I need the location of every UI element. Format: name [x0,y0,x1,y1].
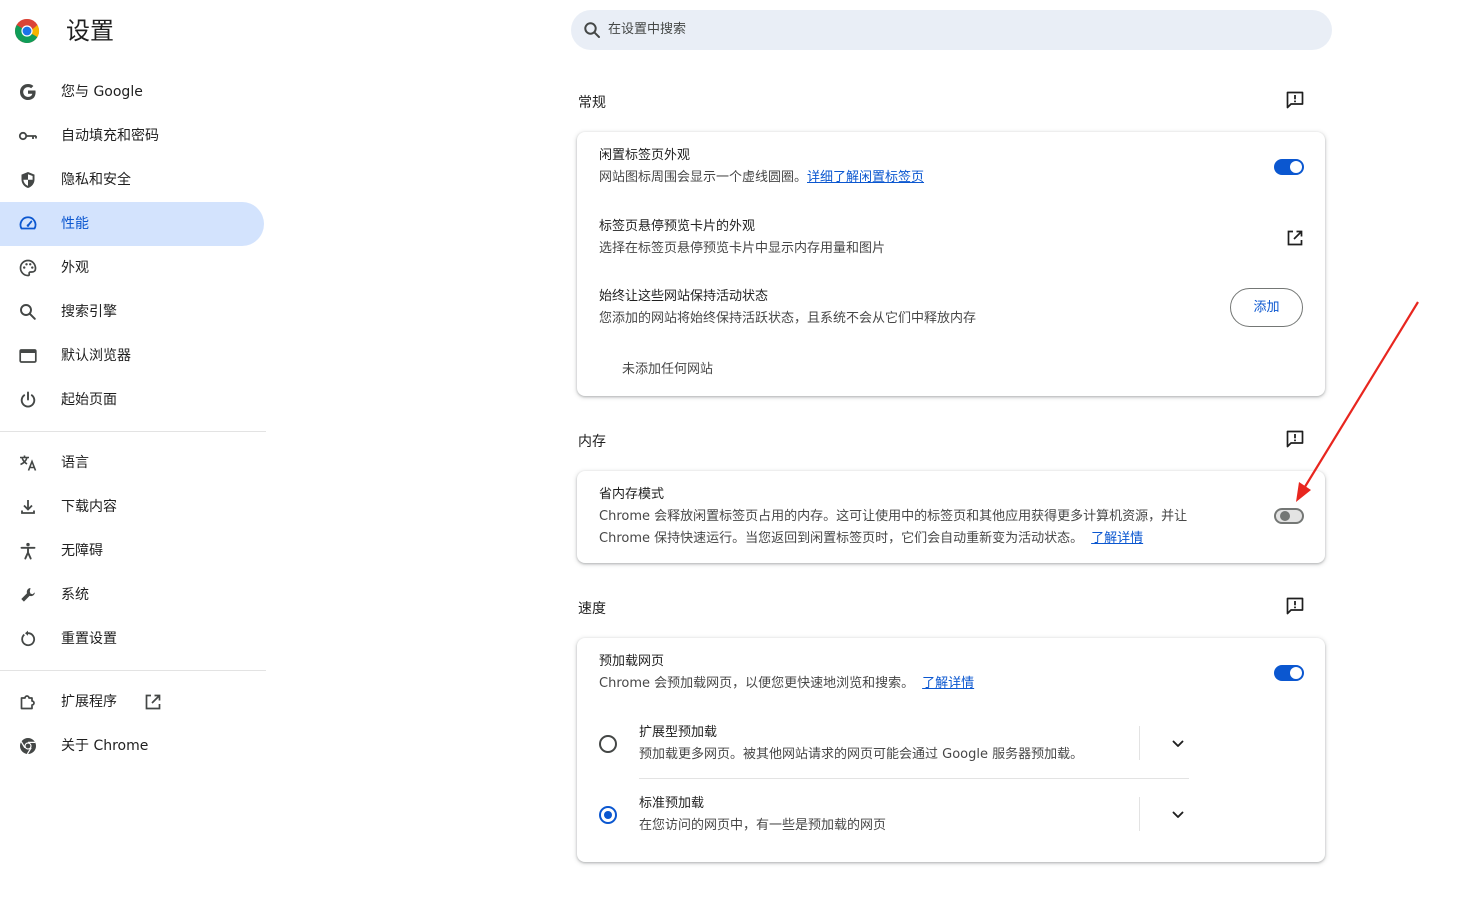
options-separator [639,778,1189,779]
accessibility-icon [18,541,38,561]
memory-saver-desc-line1: Chrome 会释放闲置标签页占用的内存。这可让使用中的标签页和其他应用获得更多… [599,509,1188,524]
sidebar-item-label: 起始页面 [61,392,117,408]
option-divider [1139,797,1140,831]
chrome-icon [18,736,38,756]
speedometer-icon [18,214,38,234]
sidebar-item-reset[interactable]: 重置设置 [0,617,266,661]
sidebar-item-performance[interactable]: 性能 [0,202,264,246]
standard-preload-title: 标准预加载 [639,796,705,811]
chevron-down-icon[interactable] [1168,734,1188,754]
sidebar-item-appearance[interactable]: 外观 [0,246,266,290]
hover-card-desc: 选择在标签页悬停预览卡片中显示内存用量和图片 [599,241,886,256]
sidebar-item-about-chrome[interactable]: 关于 Chrome [0,724,266,768]
standard-preload-radio[interactable] [598,805,618,825]
feedback-icon[interactable] [1285,596,1305,616]
puzzle-icon [18,692,38,712]
settings-search-bar[interactable]: 在设置中搜索 [571,10,1332,50]
section-title-general: 常规 [578,95,606,111]
preload-desc: Chrome 会预加载网页，以便您更快速地浏览和搜索。 了解详情 [599,676,975,691]
sidebar-item-languages[interactable]: 语言 [0,441,266,485]
search-icon [584,22,600,38]
sidebar-item-downloads[interactable]: 下载内容 [0,485,266,529]
extended-preload-title: 扩展型预加载 [639,725,718,740]
option-divider [1139,726,1140,760]
page-title: 设置 [66,17,114,45]
chrome-logo-icon [14,18,40,44]
feedback-icon[interactable] [1285,429,1305,449]
google-g-icon [18,82,38,102]
memory-saver-desc-line2: Chrome 保持快速运行。当您返回到闲置标签页时，它们会自动重新变为活动状态。… [599,531,1144,546]
keep-active-desc: 您添加的网站将始终保持活跃状态，且系统不会从它们中释放内存 [599,311,977,326]
inactive-tab-learn-more-link[interactable]: 详细了解闲置标签页 [807,170,924,185]
extended-preload-desc: 预加载更多网页。被其他网站请求的网页可能会通过 Google 服务器预加载。 [639,747,1084,762]
sidebar-item-label: 自动填充和密码 [61,128,159,144]
sidebar-item-default-browser[interactable]: 默认浏览器 [0,334,266,378]
sidebar-item-label: 搜索引擎 [61,304,117,320]
sidebar-divider [0,670,266,671]
sidebar-item-label: 无障碍 [61,543,103,559]
browser-window-icon [18,346,38,366]
sidebar-item-autofill[interactable]: 自动填充和密码 [0,114,266,158]
section-title-memory: 内存 [578,434,606,450]
inactive-tab-appearance-desc: 网站图标周围会显示一个虚线圆圈。详细了解闲置标签页 [599,170,925,185]
preload-toggle[interactable] [1274,663,1304,683]
general-settings-card: 闲置标签页外观 网站图标周围会显示一个虚线圆圈。详细了解闲置标签页 标签页悬停预… [577,132,1325,396]
sidebar-divider [0,431,266,432]
standard-preload-desc: 在您访问的网页中，有一些是预加载的网页 [639,818,887,833]
chevron-down-icon[interactable] [1168,805,1188,825]
sidebar-item-label: 性能 [61,216,89,232]
inactive-tab-appearance-title: 闲置标签页外观 [599,148,691,163]
reset-icon [18,629,38,649]
preload-learn-more-link[interactable]: 了解详情 [922,676,974,691]
inactive-tab-appearance-toggle[interactable] [1274,157,1304,177]
speed-settings-card: 预加载网页 Chrome 会预加载网页，以便您更快速地浏览和搜索。 了解详情 扩展… [577,638,1325,862]
sidebar-item-label: 默认浏览器 [61,348,131,364]
header-brand: 设置 [14,16,114,46]
open-in-new-icon[interactable] [1285,228,1305,248]
palette-icon [18,258,38,278]
sidebar-item-privacy[interactable]: 隐私和安全 [0,158,266,202]
sidebar-item-label: 关于 Chrome [61,738,149,754]
keep-active-title: 始终让这些网站保持活动状态 [599,289,769,304]
sidebar-item-search-engine[interactable]: 搜索引擎 [0,290,266,334]
open-in-new-icon [143,692,163,712]
translate-icon [18,453,38,473]
search-input[interactable]: 在设置中搜索 [608,21,686,39]
power-icon [18,390,38,410]
memory-saver-title: 省内存模式 [599,487,665,502]
sidebar-item-label: 外观 [61,260,89,276]
wrench-icon [18,585,38,605]
sidebar-item-label: 重置设置 [61,631,117,647]
sidebar-item-extensions[interactable]: 扩展程序 [0,680,266,724]
sidebar-item-label: 您与 Google [61,84,143,100]
search-icon [18,302,38,322]
add-site-button[interactable]: 添加 [1230,288,1303,327]
sidebar-item-system[interactable]: 系统 [0,573,266,617]
sidebar-item-on-startup[interactable]: 起始页面 [0,378,266,422]
sidebar-item-label: 隐私和安全 [61,172,131,188]
sidebar-item-accessibility[interactable]: 无障碍 [0,529,266,573]
memory-saver-learn-more-link[interactable]: 了解详情 [1091,531,1143,546]
sidebar-item-label: 扩展程序 [61,694,117,710]
feedback-icon[interactable] [1285,90,1305,110]
download-icon [18,497,38,517]
preload-title: 预加载网页 [599,654,665,669]
hover-card-title: 标签页悬停预览卡片的外观 [599,219,756,234]
memory-saver-toggle[interactable] [1274,506,1304,526]
sidebar-item-label: 下载内容 [61,499,117,515]
extended-preload-radio[interactable] [598,734,618,754]
section-title-speed: 速度 [578,601,606,617]
shield-icon [18,170,38,190]
sidebar-item-you-and-google[interactable]: 您与 Google [0,70,266,114]
no-sites-text: 未添加任何网站 [622,362,714,377]
sidebar-item-label: 语言 [61,455,89,471]
memory-settings-card: 省内存模式 Chrome 会释放闲置标签页占用的内存。这可让使用中的标签页和其他… [577,471,1325,563]
sidebar-item-label: 系统 [61,587,89,603]
sidebar-nav: 您与 Google 自动填充和密码 隐私和安全 性能 外观 搜索引擎 默认浏览器… [0,70,266,768]
key-icon [18,126,38,146]
